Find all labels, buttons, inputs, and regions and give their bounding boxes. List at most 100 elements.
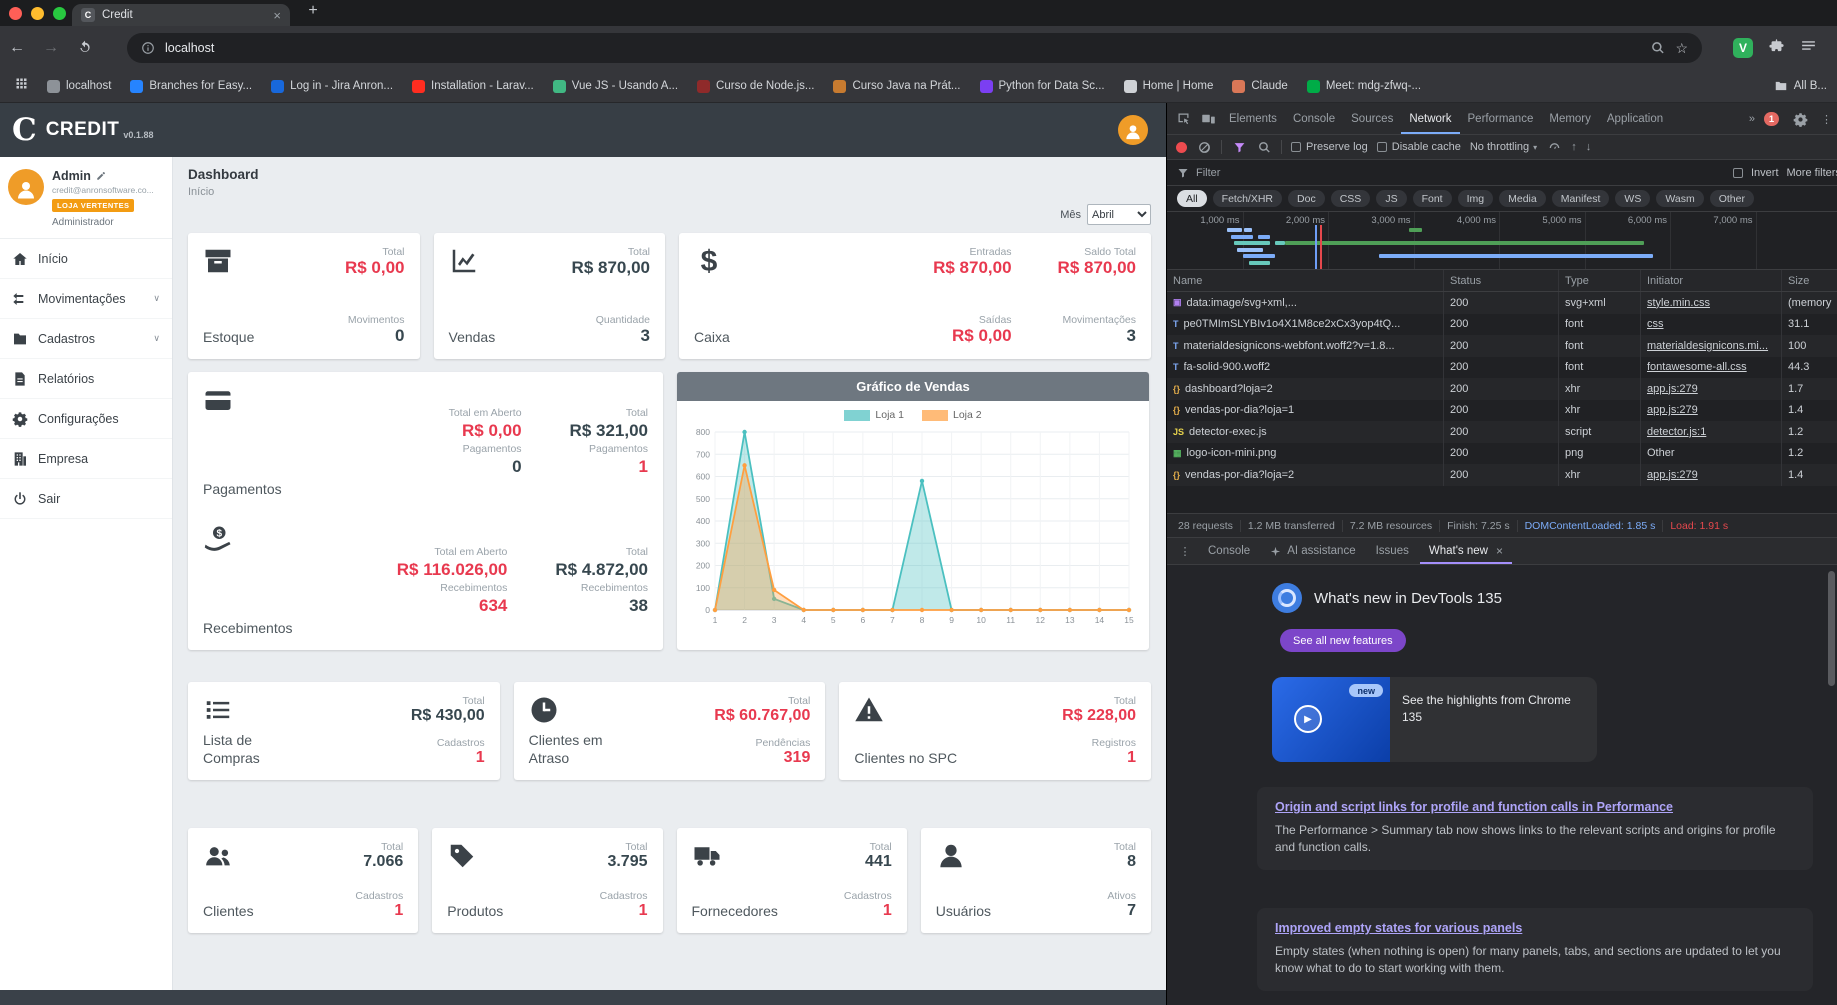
site-info-icon[interactable] bbox=[141, 41, 155, 55]
device-toolbar-icon[interactable] bbox=[1196, 107, 1220, 131]
clear-network-log-icon[interactable] bbox=[1196, 135, 1212, 159]
network-overview-waterfall[interactable]: 1,000 ms 2,000 ms 3,000 ms 4,000 ms 5,000 ms… bbox=[1167, 212, 1837, 270]
initiator-link[interactable]: materialdesignicons.mi... bbox=[1647, 340, 1768, 352]
initiator-link[interactable]: app.js:279 bbox=[1647, 383, 1698, 395]
zoom-icon[interactable] bbox=[1651, 41, 1665, 55]
edit-pencil-icon[interactable] bbox=[96, 171, 106, 181]
error-count-badge[interactable]: 1 bbox=[1764, 112, 1779, 126]
filter-funnel-icon[interactable] bbox=[1231, 135, 1247, 159]
column-type[interactable]: Type bbox=[1559, 270, 1641, 291]
filter-chip[interactable]: WS bbox=[1615, 190, 1651, 207]
drawer-tab-console[interactable]: Console bbox=[1199, 538, 1259, 564]
devtools-tab[interactable]: Memory bbox=[1541, 103, 1599, 134]
inspect-element-icon[interactable] bbox=[1171, 107, 1195, 131]
devtools-tab[interactable]: Sources bbox=[1343, 103, 1401, 134]
column-name[interactable]: Name bbox=[1167, 270, 1444, 291]
bookmark-item[interactable]: Curso Java na Prát... bbox=[833, 79, 961, 93]
see-all-features-button[interactable]: See all new features bbox=[1280, 629, 1406, 652]
vue-devtools-extension-icon[interactable]: V bbox=[1733, 38, 1753, 58]
filter-chip[interactable]: Font bbox=[1412, 190, 1452, 207]
window-minimize-button[interactable] bbox=[31, 6, 44, 20]
sidebar-item[interactable]: Empresa ∨ bbox=[0, 439, 172, 479]
address-bar[interactable]: localhost ☆ bbox=[127, 33, 1702, 63]
export-har-icon[interactable]: ↓ bbox=[1586, 141, 1592, 153]
reload-button[interactable] bbox=[68, 39, 102, 57]
drawer-tab-ai-assistance[interactable]: AI assistance bbox=[1261, 538, 1364, 564]
filter-chip[interactable]: JS bbox=[1376, 190, 1407, 207]
filter-chip[interactable]: Fetch/XHR bbox=[1212, 190, 1283, 207]
network-request-row[interactable]: Tmaterialdesignicons-webfont.woff2?v=1.8… bbox=[1167, 335, 1837, 357]
article-link[interactable]: Origin and script links for profile and … bbox=[1275, 800, 1673, 814]
record-network-log-button[interactable] bbox=[1176, 141, 1187, 153]
sidebar-item[interactable]: Movimentações ∨ bbox=[0, 279, 172, 319]
search-icon[interactable] bbox=[1256, 135, 1272, 159]
devtools-tab[interactable]: Console bbox=[1285, 103, 1343, 134]
bookmark-item[interactable]: Claude bbox=[1232, 79, 1288, 93]
highlights-video-card[interactable]: ▶ new See the highlights from Chrome 135 bbox=[1272, 677, 1597, 762]
devtools-tab[interactable]: Elements bbox=[1221, 103, 1285, 134]
column-initiator[interactable]: Initiator bbox=[1641, 270, 1782, 291]
new-tab-button[interactable]: + bbox=[302, 2, 324, 20]
window-close-button[interactable] bbox=[9, 6, 22, 20]
back-button[interactable]: ← bbox=[0, 39, 34, 57]
bookmark-item[interactable]: Meet: mdg-zfwq-... bbox=[1306, 79, 1421, 93]
sidebar-item[interactable]: Relatórios ∨ bbox=[0, 359, 172, 399]
sidebar-item[interactable]: Cadastros ∨ bbox=[0, 319, 172, 359]
sidebar-item[interactable]: Início ∨ bbox=[0, 239, 172, 279]
user-avatar[interactable] bbox=[1118, 115, 1148, 145]
bookmark-star-icon[interactable]: ☆ bbox=[1675, 40, 1688, 57]
devtools-settings-gear-icon[interactable] bbox=[1788, 107, 1812, 131]
network-request-row[interactable]: {} vendas-por-dia?loja=1 200 xhr app.js:2… bbox=[1167, 399, 1837, 421]
filter-chip[interactable]: Wasm bbox=[1656, 190, 1704, 207]
bookmark-item[interactable]: Installation - Larav... bbox=[412, 79, 534, 93]
month-select[interactable]: Abril bbox=[1087, 204, 1151, 225]
network-request-row[interactable]: ▣ data:image/svg+xml,... 200 svg+xml styl… bbox=[1167, 292, 1837, 314]
tab-close-icon[interactable]: × bbox=[273, 8, 281, 23]
invert-checkbox[interactable] bbox=[1733, 167, 1743, 178]
more-tabs-icon[interactable]: » bbox=[1749, 113, 1755, 125]
filter-chip[interactable]: Manifest bbox=[1551, 190, 1610, 207]
forward-button[interactable]: → bbox=[34, 39, 68, 57]
initiator-link[interactable]: app.js:279 bbox=[1647, 404, 1698, 416]
all-bookmarks-button[interactable]: All B... bbox=[1763, 70, 1837, 102]
filter-input[interactable] bbox=[1196, 166, 1396, 179]
browser-menu-icon[interactable] bbox=[1800, 37, 1817, 59]
play-icon[interactable]: ▶ bbox=[1294, 705, 1322, 733]
bookmark-item[interactable]: Home | Home bbox=[1123, 79, 1213, 93]
drawer-tab-whats-new[interactable]: What's new × bbox=[1420, 538, 1512, 564]
filter-chip[interactable]: Media bbox=[1499, 190, 1546, 207]
drawer-tab-issues[interactable]: Issues bbox=[1367, 538, 1418, 564]
bookmark-item[interactable]: Branches for Easy... bbox=[130, 79, 252, 93]
devtools-tab[interactable]: Application bbox=[1599, 103, 1671, 134]
more-filters-button[interactable]: More filters bbox=[1787, 167, 1837, 179]
network-request-row[interactable]: Tpe0TMImSLYBIv1o4X1M8ce2xCx3yop4tQ... 20… bbox=[1167, 313, 1837, 335]
browser-tab[interactable]: C Credit × bbox=[72, 4, 290, 26]
bookmark-item[interactable]: Vue JS - Usando A... bbox=[552, 79, 678, 93]
bookmark-item[interactable]: Curso de Node.js... bbox=[697, 79, 814, 93]
network-request-row[interactable]: ▦ logo-icon-mini.png 200 png Other 1.2 bbox=[1167, 442, 1837, 464]
network-request-row[interactable]: Tfa-solid-900.woff2 200 font fontawesome… bbox=[1167, 356, 1837, 378]
filter-chip[interactable]: CSS bbox=[1330, 190, 1371, 207]
filter-chip[interactable]: Other bbox=[1709, 190, 1754, 207]
window-zoom-button[interactable] bbox=[53, 6, 66, 20]
column-status[interactable]: Status bbox=[1444, 270, 1559, 291]
scrollbar-thumb[interactable] bbox=[1828, 571, 1835, 686]
sidebar-item[interactable]: Configurações ∨ bbox=[0, 399, 172, 439]
article-link[interactable]: Improved empty states for various panels bbox=[1275, 921, 1522, 935]
network-request-row[interactable]: JS detector-exec.js 200 script detector.j… bbox=[1167, 421, 1837, 443]
import-har-icon[interactable]: ↑ bbox=[1571, 141, 1577, 153]
initiator-link[interactable]: app.js:279 bbox=[1647, 469, 1698, 481]
column-size[interactable]: Size bbox=[1782, 270, 1837, 291]
legend-item[interactable]: Loja 1 bbox=[844, 409, 904, 421]
network-request-row[interactable]: {} dashboard?loja=2 200 xhr app.js:279 1.… bbox=[1167, 378, 1837, 400]
filter-chip[interactable]: Doc bbox=[1288, 190, 1325, 207]
network-conditions-icon[interactable] bbox=[1546, 135, 1562, 159]
devtools-menu-icon[interactable]: ⋮ bbox=[1821, 113, 1832, 126]
disable-cache-checkbox[interactable]: Disable cache bbox=[1376, 141, 1461, 153]
initiator-link[interactable]: detector.js:1 bbox=[1647, 426, 1706, 438]
apps-grid-icon[interactable] bbox=[14, 76, 29, 96]
initiator-link[interactable]: style.min.css bbox=[1647, 297, 1710, 309]
bookmark-item[interactable]: localhost bbox=[47, 79, 111, 93]
initiator-link[interactable]: fontawesome-all.css bbox=[1647, 361, 1747, 373]
sidebar-item[interactable]: Sair ∨ bbox=[0, 479, 172, 519]
